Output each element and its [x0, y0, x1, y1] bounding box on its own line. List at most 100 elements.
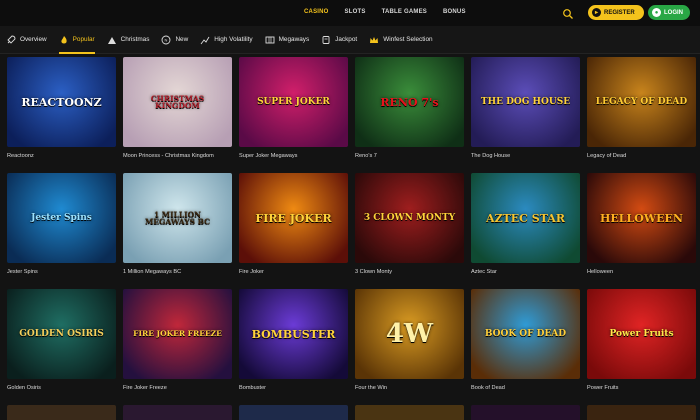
game-card[interactable]: SUPER JOKER Super Joker Megaways — [239, 57, 348, 173]
game-thumbnail[interactable]: LEGACY OF DEAD — [587, 57, 696, 147]
game-card[interactable]: AZTEC STAR Aztec Star — [471, 173, 580, 289]
game-thumbnail[interactable]: THE DOG HOUSE — [471, 57, 580, 147]
game-thumbnail[interactable]: FIRE JOKER — [239, 173, 348, 263]
game-thumbnail[interactable]: 1 MILLION MEGAWAYS BC — [123, 173, 232, 263]
game-title[interactable]: Four the Win — [355, 385, 387, 391]
game-thumbnail[interactable]: SUPER JOKER — [239, 57, 348, 147]
game-title[interactable]: Aztec Star — [471, 269, 497, 275]
game-thumbnail[interactable]: 4W — [355, 289, 464, 379]
game-thumbnail[interactable]: HELLOWEEN — [587, 173, 696, 263]
nav-casino[interactable]: CASINO — [296, 8, 337, 28]
game-card[interactable]: 1 MILLION MEGAWAYS BC 1 Million Megaways … — [123, 173, 232, 289]
category-bar: Overview Popular Christmas N New High Vo… — [0, 26, 700, 54]
crown-icon — [370, 36, 379, 43]
game-thumbnail[interactable]: Jester Spins — [7, 173, 116, 263]
game-card[interactable]: RENO 7's Reno's 7 — [355, 57, 464, 173]
nav-table-games[interactable]: TABLE GAMES — [374, 8, 435, 20]
game-title[interactable]: Reno's 7 — [355, 153, 377, 159]
game-thumbnail[interactable]: Power Fruits — [587, 289, 696, 379]
game-card[interactable]: BOMBUSTER Bombuster — [239, 289, 348, 405]
game-logo: REACTOONZ — [21, 95, 102, 109]
category-megaways[interactable]: Megaways — [265, 26, 310, 54]
game-thumbnail[interactable]: RENO 7's — [355, 57, 464, 147]
game-thumbnail-partial[interactable] — [239, 405, 348, 420]
game-logo: 4W — [385, 319, 434, 349]
nav-slots[interactable]: SLOTS — [337, 8, 374, 20]
game-logo: LEGACY OF DEAD — [595, 96, 688, 107]
main-nav: CASINO SLOTS TABLE GAMES BONUS — [296, 8, 474, 28]
game-title[interactable]: Fire Joker — [239, 269, 264, 275]
game-title[interactable]: Book of Dead — [471, 385, 505, 391]
jackpot-icon — [322, 35, 330, 44]
register-label: REGISTER — [604, 9, 635, 16]
game-title[interactable]: The Dog House — [471, 153, 510, 159]
game-logo: 3 CLOWN MONTY — [363, 212, 456, 223]
nav-bonus[interactable]: BONUS — [435, 8, 474, 20]
game-logo: AZTEC STAR — [486, 211, 565, 225]
game-title[interactable]: Golden Osiris — [7, 385, 41, 391]
game-thumbnail[interactable]: CHRISTMAS KINGDOM — [123, 57, 232, 147]
category-popular[interactable]: Popular — [58, 26, 95, 54]
game-title[interactable]: Power Fruits — [587, 385, 618, 391]
category-overview[interactable]: Overview — [6, 26, 47, 54]
game-title[interactable]: Jester Spins — [7, 269, 38, 275]
category-label: Popular — [72, 36, 95, 43]
search-icon[interactable] — [562, 7, 574, 19]
game-card[interactable]: BOOK OF DEAD Book of Dead — [471, 289, 580, 405]
game-thumbnail[interactable]: GOLDEN OSIRIS — [7, 289, 116, 379]
category-winfest-selection[interactable]: Winfest Selection — [369, 26, 433, 54]
game-card[interactable]: CHRISTMAS KINGDOM Moon Princess - Christm… — [123, 57, 232, 173]
game-thumbnail-partial[interactable] — [471, 405, 580, 420]
game-card[interactable]: REACTOONZ Reactoonz — [7, 57, 116, 173]
game-logo: GOLDEN OSIRIS — [19, 328, 104, 339]
user-icon: ● — [652, 8, 661, 17]
game-logo: HELLOWEEN — [599, 211, 683, 225]
game-thumbnail[interactable]: BOOK OF DEAD — [471, 289, 580, 379]
game-thumbnail[interactable]: AZTEC STAR — [471, 173, 580, 263]
game-thumbnail[interactable]: BOMBUSTER — [239, 289, 348, 379]
login-button[interactable]: ● LOGIN — [648, 5, 690, 20]
game-title[interactable]: Reactoonz — [7, 153, 34, 159]
game-logo: THE DOG HOUSE — [480, 96, 571, 107]
game-card[interactable]: HELLOWEEN Helloween — [587, 173, 696, 289]
game-thumbnail-partial[interactable] — [587, 405, 696, 420]
game-thumbnail[interactable]: FIRE JOKER FREEZE — [123, 289, 232, 379]
game-title[interactable]: 3 Clown Monty — [355, 269, 392, 275]
game-card[interactable]: FIRE JOKER Fire Joker — [239, 173, 348, 289]
game-card[interactable]: GOLDEN OSIRIS Golden Osiris — [7, 289, 116, 405]
game-title[interactable]: Super Joker Megaways — [239, 153, 297, 159]
game-card[interactable]: 4W Four the Win — [355, 289, 464, 405]
game-card[interactable]: LEGACY OF DEAD Legacy of Dead — [587, 57, 696, 173]
category-jackpot[interactable]: Jackpot — [321, 26, 357, 54]
game-logo: Power Fruits — [609, 328, 674, 339]
game-thumbnail-partial[interactable] — [7, 405, 116, 420]
game-title[interactable]: 1 Million Megaways BC — [123, 269, 181, 275]
game-title[interactable]: Fire Joker Freeze — [123, 385, 167, 391]
game-thumbnail-partial[interactable] — [123, 405, 232, 420]
game-card[interactable]: Jester Spins Jester Spins — [7, 173, 116, 289]
game-thumbnail-partial[interactable] — [355, 405, 464, 420]
category-label: Megaways — [278, 36, 310, 43]
game-card[interactable]: THE DOG HOUSE The Dog House — [471, 57, 580, 173]
play-icon: ▸ — [592, 8, 601, 17]
category-christmas[interactable]: Christmas — [107, 26, 149, 54]
game-card[interactable]: 3 CLOWN MONTY 3 Clown Monty — [355, 173, 464, 289]
category-new[interactable]: N New — [161, 26, 188, 54]
game-title[interactable]: Moon Princess - Christmas Kingdom — [123, 153, 214, 159]
new-badge-icon: N — [161, 35, 171, 44]
game-logo: BOOK OF DEAD — [484, 328, 567, 339]
game-logo: CHRISTMAS KINGDOM — [150, 93, 205, 110]
game-thumbnail[interactable]: REACTOONZ — [7, 57, 116, 147]
game-card[interactable]: Power Fruits Power Fruits — [587, 289, 696, 405]
register-button[interactable]: ▸ REGISTER — [588, 5, 644, 20]
rocket-icon — [7, 35, 16, 44]
game-title[interactable]: Bombuster — [239, 385, 266, 391]
game-card[interactable]: FIRE JOKER FREEZE Fire Joker Freeze — [123, 289, 232, 405]
game-thumbnail[interactable]: 3 CLOWN MONTY — [355, 173, 464, 263]
game-title[interactable]: Legacy of Dead — [587, 153, 626, 159]
game-title[interactable]: Helloween — [587, 269, 613, 275]
game-logo: BOMBUSTER — [251, 327, 336, 341]
flame-icon — [61, 35, 67, 43]
game-logo: Jester Spins — [31, 212, 92, 223]
category-high-volatility[interactable]: High Volatility — [200, 26, 253, 54]
